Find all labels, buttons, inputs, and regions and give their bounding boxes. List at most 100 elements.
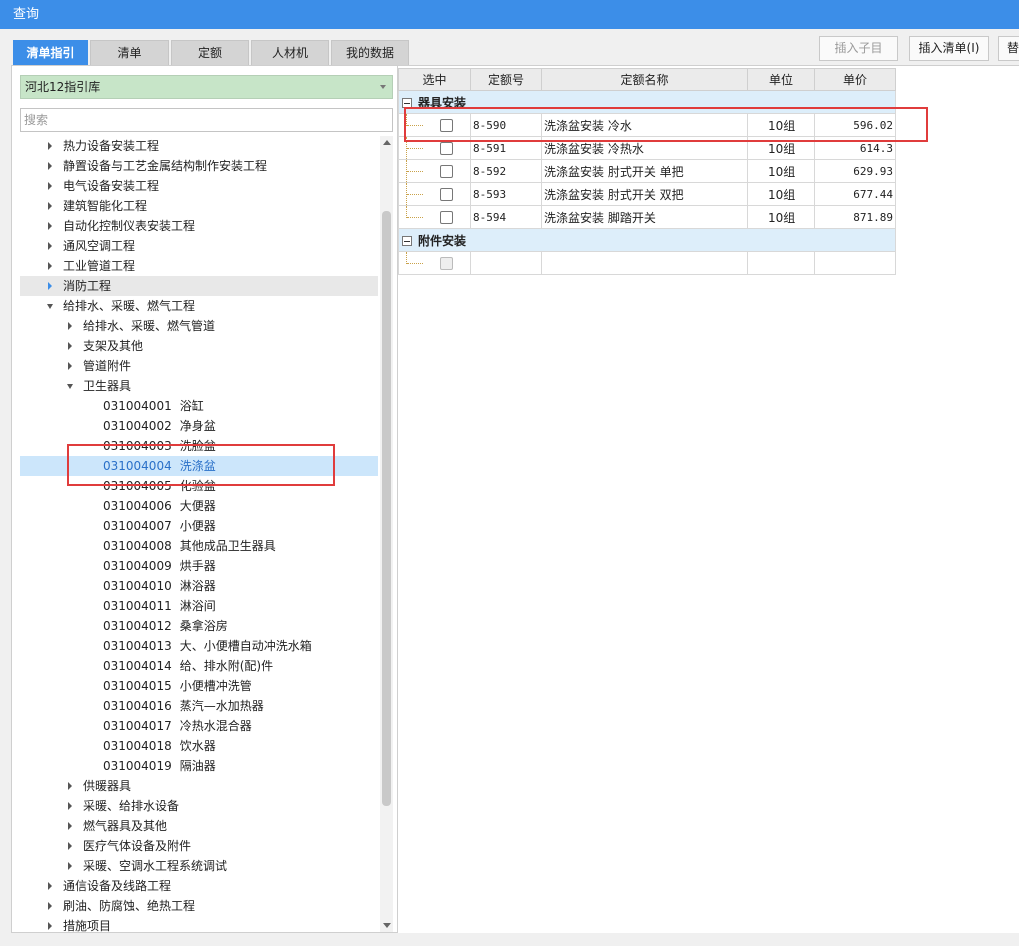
tree-scrollbar[interactable] (380, 136, 393, 932)
scroll-thumb[interactable] (382, 211, 391, 806)
tab-bar: 清单指引 清单 定额 人材机 我的数据 插入子目 插入清单(I) 替 (0, 29, 1019, 65)
expand-arrow-icon[interactable] (48, 202, 52, 210)
row-checkbox[interactable] (440, 257, 453, 270)
tree-node[interactable]: 供暖器具 (20, 776, 378, 796)
guide-tree: 热力设备安装工程 静置设备与工艺金属结构制作安装工程 电气设备安装工程 建筑智能… (20, 136, 378, 932)
expand-arrow-icon[interactable] (68, 782, 72, 790)
scroll-up-icon[interactable] (383, 140, 391, 145)
tree-node[interactable]: 医疗气体设备及附件 (20, 836, 378, 856)
expand-arrow-icon[interactable] (68, 322, 72, 330)
tree-leaf[interactable]: 031004019 隔油器 (20, 756, 378, 776)
scroll-down-icon[interactable] (383, 923, 391, 928)
tree-leaf[interactable]: 031004013 大、小便槽自动冲洗水箱 (20, 636, 378, 656)
expand-arrow-icon[interactable] (68, 822, 72, 830)
insert-list-button[interactable]: 插入清单(I) (909, 36, 989, 61)
tree-node[interactable]: 管道附件 (20, 356, 378, 376)
col-header-price[interactable]: 单价 (814, 68, 896, 91)
tree-node[interactable]: 采暖、给排水设备 (20, 796, 378, 816)
tab-list-guide[interactable]: 清单指引 (13, 40, 88, 65)
tab-list[interactable]: 清单 (90, 40, 169, 65)
tree-leaf[interactable]: 031004006 大便器 (20, 496, 378, 516)
collapse-group-icon[interactable] (402, 97, 412, 108)
tree-node[interactable]: 措施项目 (20, 916, 378, 932)
tree-node[interactable]: 采暖、空调水工程系统调试 (20, 856, 378, 876)
library-select[interactable]: 河北12指引库 (20, 75, 393, 99)
expand-arrow-icon[interactable] (48, 262, 52, 270)
expand-arrow-icon[interactable] (48, 282, 52, 290)
col-header-select[interactable]: 选中 (398, 68, 471, 91)
expand-arrow-icon[interactable] (48, 142, 52, 150)
row-checkbox[interactable] (440, 142, 453, 155)
annotation-highlight-box (404, 107, 928, 142)
tree-leaf[interactable]: 031004017 冷热水混合器 (20, 716, 378, 736)
quota-grid-panel: 选中 定额号 定额名称 单位 单价 器具安装 8-590 洗涤盆安装 冷水 10… (398, 65, 1019, 933)
tab-quota[interactable]: 定额 (171, 40, 249, 65)
tree-node[interactable]: 静置设备与工艺金属结构制作安装工程 (20, 156, 378, 176)
collapse-arrow-icon[interactable] (67, 384, 73, 389)
insert-child-button[interactable]: 插入子目 (819, 36, 898, 61)
expand-arrow-icon[interactable] (48, 182, 52, 190)
tree-leaf[interactable]: 031004011 淋浴间 (20, 596, 378, 616)
library-select-value: 河北12指引库 (25, 80, 101, 94)
tree-node[interactable]: 支架及其他 (20, 336, 378, 356)
expand-arrow-icon[interactable] (48, 242, 52, 250)
tree-leaf[interactable]: 031004015 小便槽冲洗管 (20, 676, 378, 696)
tree-leaf[interactable]: 031004002 净身盆 (20, 416, 378, 436)
table-header-row: 选中 定额号 定额名称 单位 单价 (398, 68, 896, 91)
quota-table: 选中 定额号 定额名称 单位 单价 器具安装 8-590 洗涤盆安装 冷水 10… (398, 68, 896, 275)
row-checkbox[interactable] (440, 211, 453, 224)
group-row[interactable]: 附件安装 (398, 228, 896, 252)
window-title: 查询 (0, 0, 1019, 29)
tree-node[interactable]: 刷油、防腐蚀、绝热工程 (20, 896, 378, 916)
col-header-unit[interactable]: 单位 (747, 68, 815, 91)
search-input[interactable] (20, 108, 393, 132)
tree-node[interactable]: 给排水、采暖、燃气管道 (20, 316, 378, 336)
expand-arrow-icon[interactable] (68, 802, 72, 810)
tree-node[interactable]: 通信设备及线路工程 (20, 876, 378, 896)
collapse-arrow-icon[interactable] (47, 304, 53, 309)
expand-arrow-icon[interactable] (48, 922, 52, 930)
expand-arrow-icon[interactable] (48, 162, 52, 170)
expand-arrow-icon[interactable] (68, 362, 72, 370)
tab-labor-material-machine[interactable]: 人材机 (251, 40, 329, 65)
tree-node[interactable]: 自动化控制仪表安装工程 (20, 216, 378, 236)
tree-node[interactable]: 电气设备安装工程 (20, 176, 378, 196)
tree-leaf[interactable]: 031004010 淋浴器 (20, 576, 378, 596)
table-row-empty[interactable] (398, 251, 896, 275)
row-checkbox[interactable] (440, 165, 453, 178)
collapse-group-icon[interactable] (402, 235, 412, 246)
col-header-name[interactable]: 定额名称 (541, 68, 748, 91)
tree-node-hovered[interactable]: 消防工程 (20, 276, 378, 296)
tree-leaf[interactable]: 031004016 蒸汽—水加热器 (20, 696, 378, 716)
expand-arrow-icon[interactable] (48, 222, 52, 230)
expand-arrow-icon[interactable] (68, 862, 72, 870)
tree-leaf[interactable]: 031004018 饮水器 (20, 736, 378, 756)
expand-arrow-icon[interactable] (48, 902, 52, 910)
tree-node-expanded[interactable]: 卫生器具 (20, 376, 378, 396)
tab-my-data[interactable]: 我的数据 (331, 40, 409, 65)
tree-leaf[interactable]: 031004001 浴缸 (20, 396, 378, 416)
tree-node[interactable]: 热力设备安装工程 (20, 136, 378, 156)
row-checkbox[interactable] (440, 188, 453, 201)
tree-leaf[interactable]: 031004008 其他成品卫生器具 (20, 536, 378, 556)
tree-node[interactable]: 建筑智能化工程 (20, 196, 378, 216)
tree-node[interactable]: 工业管道工程 (20, 256, 378, 276)
tree-node[interactable]: 通风空调工程 (20, 236, 378, 256)
status-strip (0, 933, 1019, 946)
guide-tree-panel: 河北12指引库 热力设备安装工程 静置设备与工艺金属结构制作安装工程 电气设备安… (11, 65, 398, 933)
tree-leaf[interactable]: 031004007 小便器 (20, 516, 378, 536)
table-row[interactable]: 8-594 洗涤盆安装 脚踏开关 10组 871.89 (398, 205, 896, 229)
expand-arrow-icon[interactable] (48, 882, 52, 890)
tree-leaf[interactable]: 031004014 给、排水附(配)件 (20, 656, 378, 676)
table-row[interactable]: 8-593 洗涤盆安装 肘式开关 双把 10组 677.44 (398, 182, 896, 206)
annotation-highlight-box (67, 444, 335, 486)
tree-leaf[interactable]: 031004012 桑拿浴房 (20, 616, 378, 636)
tree-node-expanded[interactable]: 给排水、采暖、燃气工程 (20, 296, 378, 316)
tree-node[interactable]: 燃气器具及其他 (20, 816, 378, 836)
tree-leaf[interactable]: 031004009 烘手器 (20, 556, 378, 576)
expand-arrow-icon[interactable] (68, 842, 72, 850)
expand-arrow-icon[interactable] (68, 342, 72, 350)
col-header-code[interactable]: 定额号 (470, 68, 542, 91)
table-row[interactable]: 8-592 洗涤盆安装 肘式开关 单把 10组 629.93 (398, 159, 896, 183)
replace-button[interactable]: 替 (998, 36, 1019, 61)
